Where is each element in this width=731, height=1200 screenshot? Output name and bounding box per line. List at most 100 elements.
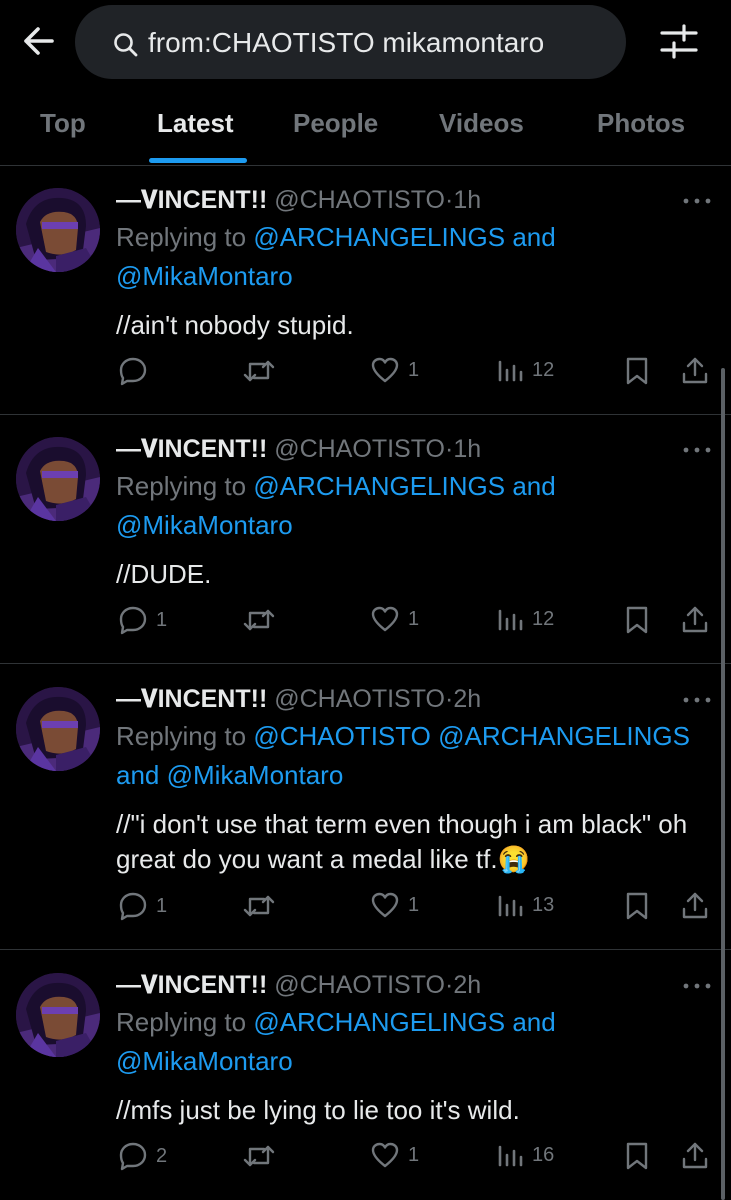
username[interactable]: @CHAOTISTO — [274, 435, 445, 463]
search-bar[interactable]: from:CHAOTISTO mikamontaro — [75, 5, 626, 79]
share-icon — [682, 892, 708, 919]
mention-and[interactable]: and — [512, 222, 555, 252]
reply-count: 1 — [156, 608, 168, 631]
replying-to: Replying to @ARCHANGELINGS and @MikaMont… — [116, 467, 721, 545]
repost-button[interactable] — [243, 891, 283, 921]
display-name[interactable]: —𝐕INCENT!! — [116, 435, 267, 463]
timestamp[interactable]: 2h — [453, 971, 481, 999]
reply-button[interactable]: 2 — [118, 1141, 167, 1171]
timestamp[interactable]: 1h — [453, 186, 481, 214]
repost-button[interactable] — [243, 1141, 283, 1171]
display-name[interactable]: —𝐕INCENT!! — [116, 971, 267, 999]
bookmark-icon — [626, 892, 648, 920]
bookmark-button[interactable] — [624, 891, 650, 921]
heart-icon — [371, 606, 399, 632]
view-count: 16 — [532, 1143, 555, 1166]
like-button[interactable]: 1 — [370, 356, 419, 384]
tab-people[interactable]: People — [293, 108, 378, 139]
mention-and[interactable]: and — [116, 760, 159, 790]
share-icon — [682, 357, 708, 384]
username[interactable]: @CHAOTISTO — [274, 971, 445, 999]
tweet[interactable]: —𝐕INCENT!! @CHAOTISTO·2h Replying to @AR… — [0, 951, 731, 1200]
tab-videos[interactable]: Videos — [439, 108, 524, 139]
tweet-header: —𝐕INCENT!! @CHAOTISTO·1h — [116, 186, 481, 215]
filter-sliders-icon — [660, 24, 698, 59]
more-options-button[interactable] — [682, 695, 712, 705]
tweet[interactable]: —𝐕INCENT!! @CHAOTISTO·1h Replying to @AR… — [0, 415, 731, 664]
more-icon — [683, 983, 711, 989]
tweet[interactable]: —𝐕INCENT!! @CHAOTISTO·2h Replying to @CH… — [0, 665, 731, 950]
mention-link[interactable]: @ARCHANGELINGS — [253, 222, 505, 252]
username[interactable]: @CHAOTISTO — [274, 685, 445, 713]
heart-icon — [371, 892, 399, 918]
views-button[interactable]: 16 — [496, 1141, 554, 1169]
display-name[interactable]: —𝐕INCENT!! — [116, 685, 267, 713]
more-options-button[interactable] — [682, 196, 712, 206]
repost-button[interactable] — [243, 605, 283, 635]
more-options-button[interactable] — [682, 445, 712, 455]
mention-link[interactable]: @CHAOTISTO — [253, 721, 431, 751]
view-count: 13 — [532, 893, 555, 916]
views-icon — [498, 895, 523, 917]
tab-latest[interactable]: Latest — [157, 108, 234, 139]
views-button[interactable]: 12 — [496, 356, 554, 384]
mention-and[interactable]: and — [512, 1007, 555, 1037]
tweet-text: //DUDE. — [116, 559, 212, 589]
bookmark-button[interactable] — [624, 1141, 650, 1171]
filter-button[interactable] — [656, 22, 702, 62]
bookmark-button[interactable] — [624, 356, 650, 386]
share-button[interactable] — [680, 356, 710, 386]
views-button[interactable]: 12 — [496, 605, 554, 633]
avatar[interactable] — [16, 687, 100, 771]
avatar[interactable] — [16, 973, 100, 1057]
like-count: 1 — [408, 893, 420, 916]
timestamp[interactable]: 1h — [453, 435, 481, 463]
like-button[interactable]: 1 — [370, 605, 419, 633]
reply-button[interactable]: 1 — [118, 891, 167, 921]
search-query[interactable]: from:CHAOTISTO mikamontaro — [148, 27, 544, 59]
scrollbar[interactable] — [721, 368, 725, 1200]
tweet-text: //"i don't use that term even though i a… — [116, 809, 688, 874]
like-button[interactable]: 1 — [370, 891, 419, 919]
bookmark-button[interactable] — [624, 605, 650, 635]
reply-icon — [119, 1142, 147, 1171]
tweet-header: —𝐕INCENT!! @CHAOTISTO·1h — [116, 435, 481, 464]
avatar[interactable] — [16, 437, 100, 521]
share-button[interactable] — [680, 1141, 710, 1171]
views-icon — [498, 609, 523, 631]
username[interactable]: @CHAOTISTO — [274, 186, 445, 214]
repost-icon — [243, 895, 275, 917]
mention-link[interactable]: @ARCHANGELINGS — [253, 1007, 505, 1037]
mention-link[interactable]: @MikaMontaro — [167, 760, 344, 790]
mention-link[interactable]: @MikaMontaro — [116, 261, 293, 291]
mention-link[interactable]: @MikaMontaro — [116, 510, 293, 540]
reply-button[interactable] — [118, 356, 156, 386]
share-button[interactable] — [680, 605, 710, 635]
more-options-button[interactable] — [682, 981, 712, 991]
tab-photos[interactable]: Photos — [597, 108, 685, 139]
reply-button[interactable]: 1 — [118, 605, 167, 635]
tweet[interactable]: —𝐕INCENT!! @CHAOTISTO·1h Replying to @AR… — [0, 166, 731, 415]
like-count: 1 — [408, 358, 420, 381]
mention-link[interactable]: @ARCHANGELINGS — [438, 721, 690, 751]
views-button[interactable]: 13 — [496, 891, 554, 919]
repost-button[interactable] — [243, 356, 283, 386]
avatar[interactable] — [16, 188, 100, 272]
tab-top[interactable]: Top — [40, 108, 86, 139]
mention-link[interactable]: @ARCHANGELINGS — [253, 471, 505, 501]
tweet-actions: 1 12 — [0, 356, 731, 396]
timestamp[interactable]: 2h — [453, 685, 481, 713]
mention-link[interactable]: @MikaMontaro — [116, 1046, 293, 1076]
replying-to-label: Replying to — [116, 721, 247, 751]
replying-to: Replying to @ARCHANGELINGS and @MikaMont… — [116, 218, 721, 296]
like-button[interactable]: 1 — [370, 1141, 419, 1169]
display-name[interactable]: —𝐕INCENT!! — [116, 186, 267, 214]
view-count: 12 — [532, 358, 555, 381]
back-button[interactable] — [18, 20, 60, 62]
mention-and[interactable]: and — [512, 471, 555, 501]
more-icon — [683, 697, 711, 703]
repost-icon — [243, 360, 275, 382]
replying-to-label: Replying to — [116, 471, 247, 501]
bookmark-icon — [626, 606, 648, 634]
share-button[interactable] — [680, 891, 710, 921]
